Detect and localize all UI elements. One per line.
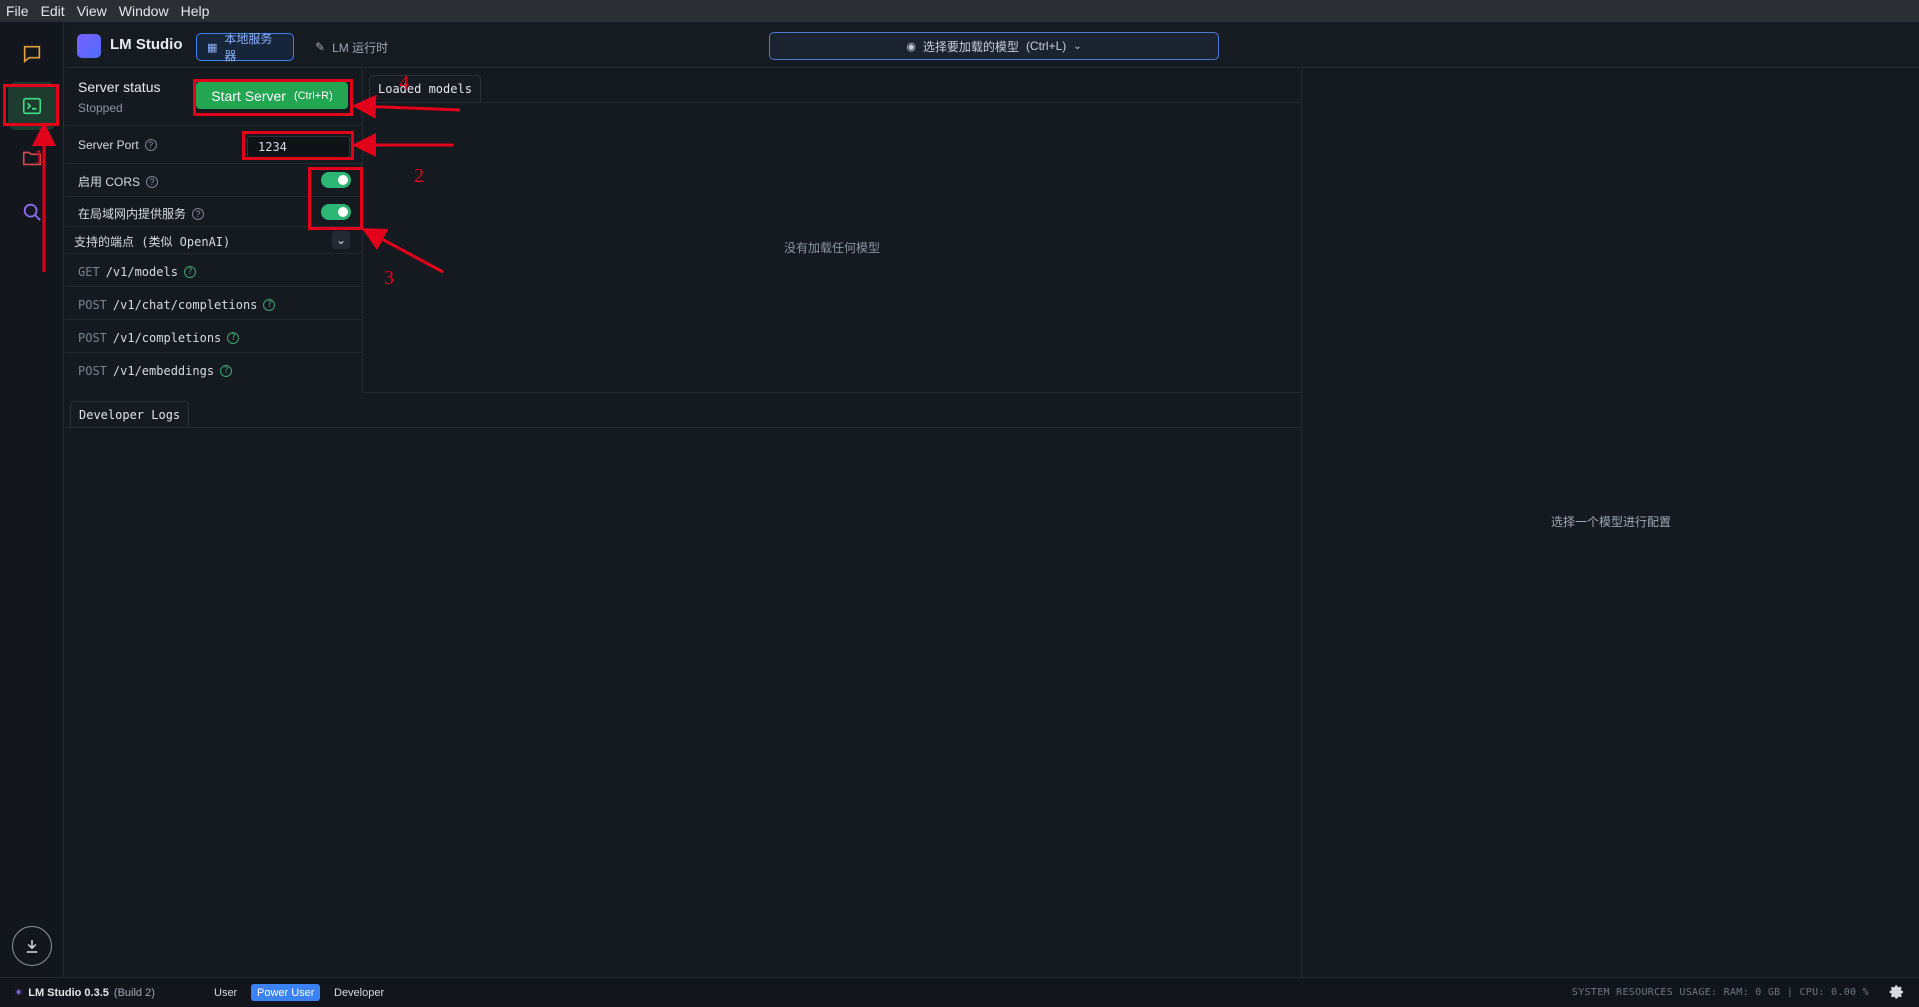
endpoint-method: POST xyxy=(78,364,107,378)
model-icon: ◉ xyxy=(906,40,916,53)
menu-window[interactable]: Window xyxy=(119,3,169,19)
endpoint-row: POST /v1/completions ? xyxy=(65,320,363,353)
terminal-icon xyxy=(22,97,42,115)
cors-label: 启用 CORS ? xyxy=(78,173,159,190)
tab-local-server-label: 本地服务器 xyxy=(224,32,273,63)
developer-logs-panel: Developer Logs xyxy=(65,394,1302,977)
model-selector-label: 选择要加载的模型 xyxy=(922,39,1019,54)
server-status-row: Server status Stopped Start Server (Ctrl… xyxy=(65,69,363,115)
model-config-panel: 选择一个模型进行配置 xyxy=(1303,69,1919,977)
cors-row: 启用 CORS ? xyxy=(65,164,363,197)
menu-help[interactable]: Help xyxy=(181,3,210,19)
endpoint-method: GET xyxy=(78,265,100,279)
download-button[interactable] xyxy=(12,926,52,966)
divider xyxy=(364,102,1302,103)
start-server-shortcut: (Ctrl+R) xyxy=(293,89,333,102)
app-name: LM Studio xyxy=(110,36,183,53)
endpoint-path: /v1/chat/completions xyxy=(112,298,258,312)
status-bar: ✶ LM Studio 0.3.5 (Build 2) User Power U… xyxy=(0,977,1919,1007)
chevron-down-icon: ⌄ xyxy=(1073,40,1082,52)
model-selector-shortcut: (Ctrl+L) xyxy=(1025,39,1067,53)
chat-icon xyxy=(23,45,41,64)
server-grid-icon: ▦ xyxy=(207,41,218,54)
menu-edit[interactable]: Edit xyxy=(41,3,65,19)
loaded-models-panel: Loaded models 没有加载任何模型 xyxy=(364,69,1302,393)
lan-label: 在局域网内提供服务 ? xyxy=(78,205,205,222)
menu-view[interactable]: View xyxy=(77,3,107,19)
developer-logs-tab[interactable]: Developer Logs xyxy=(70,401,190,428)
tab-lm-runtime[interactable]: ✎ LM 运行时 xyxy=(305,33,401,61)
help-icon[interactable]: ? xyxy=(144,139,157,151)
endpoints-title: 支持的端点 (类似 OpenAI) xyxy=(74,235,231,249)
lan-row: 在局域网内提供服务 ? xyxy=(65,197,363,227)
menu-file[interactable]: File xyxy=(6,3,29,19)
gear-icon[interactable] xyxy=(1889,984,1905,1003)
chat-nav-button[interactable] xyxy=(8,30,56,78)
help-icon[interactable]: ? xyxy=(146,175,159,188)
help-icon[interactable]: ? xyxy=(263,299,276,311)
endpoint-path: /v1/embeddings xyxy=(112,364,215,378)
lan-text: 在局域网内提供服务 xyxy=(78,207,187,221)
config-empty-message: 选择一个模型进行配置 xyxy=(1551,515,1672,529)
model-selector[interactable]: ◉ 选择要加载的模型 (Ctrl+L) ⌄ xyxy=(769,32,1219,60)
endpoint-item: POST /v1/completions ? xyxy=(78,331,240,345)
server-status-value: Stopped xyxy=(78,101,123,115)
download-icon xyxy=(26,940,38,953)
help-icon[interactable]: ? xyxy=(192,207,205,220)
start-server-label: Start Server xyxy=(211,87,286,104)
endpoint-row: POST /v1/chat/completions ? xyxy=(65,287,363,320)
endpoint-method: POST xyxy=(78,298,107,312)
help-icon[interactable]: ? xyxy=(220,365,233,377)
search-icon xyxy=(23,203,41,221)
start-server-button[interactable]: Start Server (Ctrl+R) xyxy=(196,82,348,109)
menu-bar: File Edit View Window Help xyxy=(0,0,1919,22)
folder-icon xyxy=(22,151,42,166)
cors-text: 启用 CORS xyxy=(78,175,141,189)
mode-user[interactable]: User xyxy=(208,984,243,1001)
folder-nav-button[interactable] xyxy=(8,134,56,182)
no-models-message: 没有加载任何模型 xyxy=(784,241,881,255)
system-resources: SYSTEM RESOURCES USAGE: RAM: 0 GB | CPU:… xyxy=(1571,987,1869,998)
endpoint-path: /v1/models xyxy=(105,265,178,279)
divider xyxy=(65,427,1302,428)
endpoint-path: /v1/completions xyxy=(112,331,222,345)
endpoint-row: POST /v1/embeddings ? xyxy=(65,353,363,393)
server-port-label: Server Port ? xyxy=(78,138,157,152)
help-icon[interactable]: ? xyxy=(183,266,196,278)
endpoint-item: POST /v1/embeddings ? xyxy=(78,364,233,378)
lan-toggle[interactable] xyxy=(321,204,351,220)
version-text: LM Studio 0.3.5 xyxy=(28,986,109,999)
top-bar: LM Studio ▦ 本地服务器 ✎ LM 运行时 ◉ 选择要加载的模型 (C… xyxy=(65,22,1919,68)
left-rail xyxy=(0,22,64,977)
mode-power-user[interactable]: Power User xyxy=(251,984,321,1001)
loaded-models-tab[interactable]: Loaded models xyxy=(369,75,481,102)
endpoint-item: GET /v1/models ? xyxy=(78,265,196,279)
tab-local-server[interactable]: ▦ 本地服务器 xyxy=(196,32,294,63)
mode-developer[interactable]: Developer xyxy=(328,984,390,1001)
tab-lm-runtime-label: LM 运行时 xyxy=(332,40,389,55)
server-port-input[interactable]: 1234 xyxy=(247,136,350,158)
cors-toggle[interactable] xyxy=(321,172,351,188)
help-icon[interactable]: ? xyxy=(227,332,240,344)
chevron-down-icon[interactable]: ⌄ xyxy=(332,231,350,249)
app-logo-small-icon: ✶ xyxy=(14,987,24,999)
server-status-title: Server status xyxy=(78,79,161,95)
endpoint-method: POST xyxy=(78,331,107,345)
build-text: (Build 2) xyxy=(113,986,155,999)
version-info: ✶ LM Studio 0.3.5 (Build 2) xyxy=(14,986,155,1000)
wand-icon: ✎ xyxy=(315,40,326,54)
endpoint-row: GET /v1/models ? xyxy=(65,254,363,287)
server-port-text: Server Port xyxy=(78,138,139,152)
app-logo xyxy=(77,34,101,58)
endpoints-header[interactable]: 支持的端点 (类似 OpenAI) ⌄ xyxy=(65,227,363,254)
endpoint-item: POST /v1/chat/completions ? xyxy=(78,298,276,312)
search-nav-button[interactable] xyxy=(8,188,56,236)
server-nav-button[interactable] xyxy=(8,82,56,130)
server-settings-panel: Server status Stopped Start Server (Ctrl… xyxy=(65,69,363,393)
